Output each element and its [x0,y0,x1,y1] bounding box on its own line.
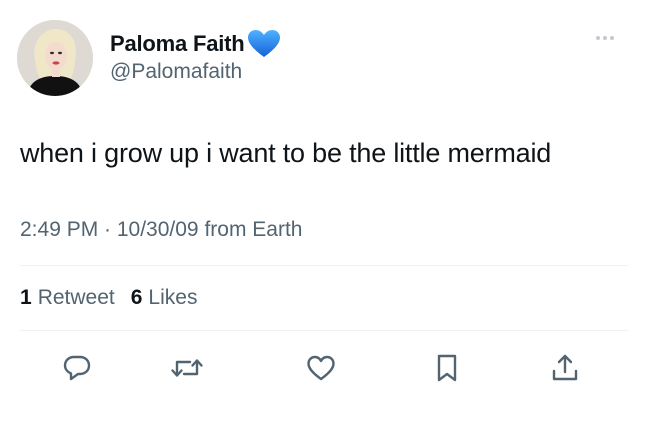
bookmark-button[interactable] [429,350,465,386]
retweet-stat[interactable]: 1 Retweet [20,286,115,310]
author-display-name[interactable]: Paloma Faith [110,31,245,57]
more-dot [610,36,614,40]
avatar[interactable] [17,20,93,96]
likes-count: 6 [130,286,143,309]
likes-label: Likes [148,286,198,309]
retweet-button[interactable] [169,350,205,386]
like-button[interactable] [303,350,339,386]
divider [20,265,628,266]
ellipsis-icon[interactable] [596,36,614,40]
bookmark-icon [437,354,457,382]
more-dot [596,36,600,40]
retweet-count: 1 [20,286,32,309]
tweet-card: Paloma Faith @Palomafaith when i grow up… [0,0,648,440]
divider [20,330,628,331]
reply-button[interactable] [59,350,95,386]
author-handle[interactable]: @Palomafaith [110,60,242,84]
author-name-row: Paloma Faith [110,30,281,58]
share-button[interactable] [547,350,583,386]
action-bar [0,350,648,390]
retweet-label: Retweet [37,286,115,309]
share-up-arrow-icon [552,354,578,381]
more-dot [603,36,607,40]
verified-heart-icon [247,29,281,59]
tweet-timestamp[interactable]: 2:49 PM · 10/30/09 from Earth [20,218,302,242]
tweet-text: when i grow up i want to be the little m… [20,138,552,168]
speech-bubble-icon [63,355,91,381]
heart-icon [307,355,335,381]
likes-stat[interactable]: 6 Likes [131,286,198,310]
engagement-stats: 1 Retweet 6 Likes [20,286,207,310]
retweet-arrows-icon [171,359,203,377]
profile-photo-icon [17,20,93,96]
